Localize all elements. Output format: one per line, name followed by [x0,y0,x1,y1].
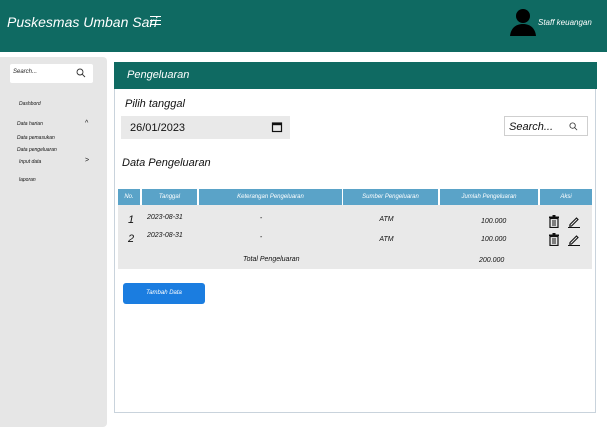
date-label: Pilih tanggal [125,98,185,110]
total-value: 200.000 [479,257,505,264]
search-icon[interactable] [569,122,578,131]
sidebar-item-data-harian[interactable]: Data harian [17,121,43,127]
trash-icon[interactable] [548,215,560,228]
trash-icon[interactable] [548,233,560,246]
sidebar-search-placeholder: Search... [13,69,38,75]
table-header-no: No. [118,189,140,205]
row-2-jumlah: 100.000 [481,236,507,243]
row-1-jumlah: 100.000 [481,218,507,225]
sidebar-item-data-pemasukan[interactable]: Data pemasukan [17,135,55,141]
calendar-icon[interactable] [271,121,283,133]
user-avatar-icon[interactable] [509,8,537,36]
hamburger-icon[interactable] [150,16,161,27]
search-placeholder: Search... [509,121,554,133]
total-label: Total Pengeluaran [243,256,300,263]
row-2-tanggal: 2023-08-31 [147,232,183,239]
add-data-button[interactable]: Tambah Data [123,283,205,304]
section-title: Data Pengeluaran [122,157,211,169]
sidebar-item-data-pengeluaran[interactable]: Data pengeluaran [17,147,57,153]
sidebar-item-input-data[interactable]: Input data [19,159,41,165]
sidebar [0,57,107,427]
sidebar-item-laporan[interactable]: laporan [19,177,36,183]
row-1-tanggal: 2023-08-31 [147,214,183,221]
row-1-no: 1 [128,214,135,226]
row-2-keterangan: - [259,234,263,241]
sidebar-item-dashbord[interactable]: Dashbord [19,101,41,107]
pencil-icon[interactable] [568,233,580,246]
table-header-keterangan: Keterangan Pengeluaran [199,189,342,205]
search-input[interactable]: Search... [504,116,588,136]
chevron-right-icon[interactable]: > [85,157,89,164]
date-value: 26/01/2023 [130,122,186,134]
table-header-tanggal: Tanggal [142,189,197,205]
sidebar-search-input[interactable]: Search... [10,64,93,83]
row-2-sumber: ATM [379,236,394,243]
table-header-sumber: Sumber Pengeluaran [343,189,438,205]
row-1-keterangan: - [259,215,263,222]
search-icon[interactable] [76,68,86,78]
chevron-up-icon[interactable]: ^ [85,120,88,127]
pencil-icon[interactable] [568,215,580,228]
table-header-aksi: Aksi [540,189,592,205]
page-title: Pengeluaran [127,69,190,81]
user-name[interactable]: Staff keuangan [538,18,592,27]
row-2-no: 2 [128,233,135,245]
table-header-jumlah: Jumlah Pengeluaran [440,189,538,205]
row-1-sumber: ATM [379,216,394,223]
date-input[interactable]: 26/01/2023 [121,116,290,139]
app-title: Puskesmas Umban Sari [7,14,158,30]
